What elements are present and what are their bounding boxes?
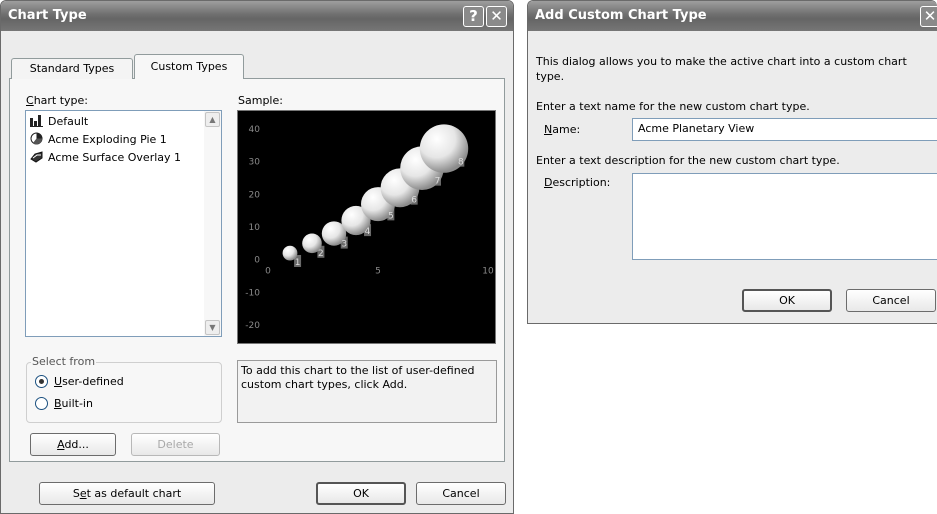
chart-type-titlebar[interactable]: Chart Type [1,1,513,31]
select-from-label: Select from [31,355,97,368]
scroll-down-icon[interactable]: ▼ [205,320,220,335]
name-label: Name: [544,123,581,136]
description-field[interactable] [632,173,937,260]
point-label: 5 [388,211,394,221]
cancel-button[interactable]: Cancel [846,289,936,312]
intro-text: This dialog allows you to make the activ… [536,55,907,83]
delete-button[interactable]: Delete [131,433,220,456]
chart-description: To add this chart to the list of user-de… [237,360,497,423]
y-tick-label: 0 [254,256,260,266]
help-button[interactable]: ? [463,6,484,27]
point-label: 2 [318,249,324,259]
close-icon[interactable]: ✕ [486,6,507,27]
chart-type-dialog: Chart Type ? ✕ Standard Types Custom Typ… [0,0,514,514]
list-item-default[interactable]: Default [30,113,88,131]
y-tick-label: 20 [249,190,261,200]
add-custom-titlebar[interactable]: Add Custom Chart Type [528,1,937,31]
ok-button[interactable]: OK [742,289,832,312]
list-item-exploding-pie[interactable]: Acme Exploding Pie 1 [30,131,167,149]
y-tick-label: 30 [249,158,261,168]
x-tick-label: 0 [265,267,271,277]
x-tick-label: 5 [375,267,381,277]
chart-type-scrollbar[interactable]: ▲ ▼ [204,111,221,336]
ok-button[interactable]: OK [316,482,406,505]
radio-user-defined-label: User-defined [54,375,124,388]
add-custom-chart-dialog: Add Custom Chart Type ✕ This dialog allo… [527,0,937,324]
chart-type-default-label: Default [48,115,89,128]
set-default-chart-button[interactable]: Set as default chart [39,482,215,505]
point-label: 3 [341,240,347,250]
y-tick-label: -10 [245,288,260,298]
chart-type-list[interactable]: Default Acme Exploding Pie 1 Acme Surfac… [25,110,222,337]
add-button[interactable]: Add... [30,433,116,456]
sample-label: Sample: [238,94,283,107]
desc-prompt: Enter a text description for the new cus… [536,154,840,167]
tab-custom-types[interactable]: Custom Types [134,54,244,79]
pie-chart-icon [30,132,43,145]
cancel-button[interactable]: Cancel [416,482,506,505]
name-field[interactable]: Acme Planetary View [632,118,937,141]
radio-built-in[interactable] [35,397,48,410]
radio-user-defined[interactable] [35,375,48,388]
y-tick-label: -20 [245,321,260,331]
y-tick-label: 40 [249,125,261,135]
point-label: 1 [295,258,301,268]
name-prompt: Enter a text name for the new custom cha… [536,100,810,113]
chart-type-exploding-pie-label: Acme Exploding Pie 1 [48,133,167,146]
chart-type-label: Chart type: [26,94,89,107]
surface-chart-icon [30,150,43,163]
sample-chart: 40 30 20 10 0 -10 -20 0 5 10 1 2 3 4 5 6 7 8 [237,110,496,344]
description-label: Description: [544,176,611,189]
tab-standard-types[interactable]: Standard Types [11,58,133,79]
x-tick-label: 10 [482,267,494,277]
add-custom-title: Add Custom Chart Type [535,8,707,23]
close-icon[interactable]: ✕ [920,6,937,27]
radio-built-in-label: Built-in [54,397,93,410]
select-from-group [26,362,222,423]
scroll-up-icon[interactable]: ▲ [205,112,220,127]
bar-chart-icon [30,114,43,127]
point-label: 7 [435,177,441,187]
list-item-surface-overlay[interactable]: Acme Surface Overlay 1 [30,149,181,167]
point-label: 4 [365,227,371,237]
sample-chart-svg: 40 30 20 10 0 -10 -20 0 5 10 1 2 3 4 5 6 7 8 [245,124,494,331]
y-tick-label: 10 [249,223,261,233]
chart-type-surface-overlay-label: Acme Surface Overlay 1 [48,151,182,164]
chart-type-title: Chart Type [8,8,87,23]
point-label: 8 [458,158,464,168]
point-label: 6 [411,196,417,206]
